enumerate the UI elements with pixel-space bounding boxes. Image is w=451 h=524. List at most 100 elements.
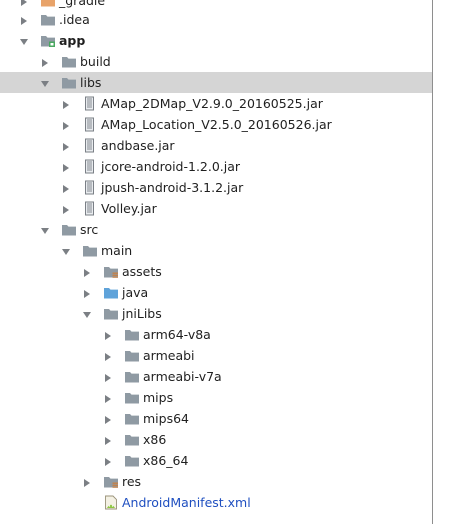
expand-arrow-icon[interactable] bbox=[103, 329, 113, 340]
collapse-arrow-icon[interactable] bbox=[82, 308, 92, 318]
tree-row-label: mips bbox=[143, 390, 174, 405]
collapse-arrow-icon[interactable] bbox=[40, 224, 50, 234]
folder-icon bbox=[124, 411, 140, 426]
expand-arrow-icon[interactable] bbox=[82, 476, 92, 487]
jar-archive-icon bbox=[82, 159, 98, 174]
tree-row-label: assets bbox=[122, 264, 162, 279]
tree-row-label: res bbox=[122, 474, 142, 489]
tree-row-label: x86_64 bbox=[143, 453, 189, 468]
tree-row-label: arm64-v8a bbox=[143, 327, 211, 342]
expand-arrow-icon[interactable] bbox=[19, 0, 29, 6]
tree-row[interactable]: armeabi-v7a bbox=[0, 366, 432, 387]
expand-arrow-icon[interactable] bbox=[61, 98, 71, 109]
tree-row[interactable]: armeabi bbox=[0, 345, 432, 366]
folder-icon bbox=[124, 390, 140, 405]
tree-row-label: src bbox=[80, 222, 99, 237]
folder-icon bbox=[124, 453, 140, 468]
expand-arrow-icon[interactable] bbox=[103, 413, 113, 424]
expand-arrow-icon[interactable] bbox=[103, 392, 113, 403]
tree-row[interactable]: AMap_Location_V2.5.0_20160526.jar bbox=[0, 114, 432, 135]
tree-row[interactable]: res bbox=[0, 471, 432, 492]
folder-icon bbox=[40, 12, 56, 27]
expand-arrow-icon[interactable] bbox=[61, 119, 71, 130]
folder-icon bbox=[61, 222, 77, 237]
tree-row-label: armeabi bbox=[143, 348, 195, 363]
tree-row[interactable]: app bbox=[0, 30, 432, 51]
source-folder-icon bbox=[103, 285, 119, 300]
tree-row-label: andbase.jar bbox=[101, 138, 175, 153]
tree-row[interactable]: build bbox=[0, 51, 432, 72]
resource-folder-icon bbox=[103, 264, 119, 279]
tree-row[interactable]: .idea bbox=[0, 9, 432, 30]
jar-archive-icon bbox=[82, 96, 98, 111]
expand-arrow-icon[interactable] bbox=[82, 287, 92, 298]
module-folder-icon bbox=[40, 33, 56, 48]
tree-row-label: libs bbox=[80, 75, 102, 90]
collapse-arrow-icon[interactable] bbox=[19, 35, 29, 45]
folder-icon bbox=[124, 432, 140, 447]
jar-archive-icon bbox=[82, 201, 98, 216]
tree-row[interactable]: jniLibs bbox=[0, 303, 432, 324]
tree-row-label: armeabi-v7a bbox=[143, 369, 222, 384]
tree-row-label: jniLibs bbox=[122, 306, 162, 321]
resource-folder-icon bbox=[103, 474, 119, 489]
tree-row-label: .idea bbox=[59, 12, 90, 27]
android-manifest-icon bbox=[103, 495, 119, 510]
scrollbar-gutter[interactable] bbox=[433, 0, 451, 524]
jar-archive-icon bbox=[82, 138, 98, 153]
tree-row-label: x86 bbox=[143, 432, 167, 447]
folder-icon bbox=[124, 327, 140, 342]
tree-row-label: build bbox=[80, 54, 111, 69]
tree-row[interactable]: x86 bbox=[0, 429, 432, 450]
tree-row-label: java bbox=[122, 285, 149, 300]
tree-row-label: AMap_2DMap_V2.9.0_20160525.jar bbox=[101, 96, 323, 111]
tree-row[interactable]: libs bbox=[0, 72, 432, 93]
expand-arrow-icon[interactable] bbox=[103, 350, 113, 361]
jar-archive-icon bbox=[82, 117, 98, 132]
tree-row-label: jpush-android-3.1.2.jar bbox=[101, 180, 244, 195]
folder-icon bbox=[61, 54, 77, 69]
folder-icon bbox=[124, 369, 140, 384]
tree-row[interactable]: jcore-android-1.2.0.jar bbox=[0, 156, 432, 177]
expand-arrow-icon[interactable] bbox=[61, 161, 71, 172]
tree-row[interactable]: AndroidManifest.xml bbox=[0, 492, 432, 513]
folder-icon bbox=[103, 306, 119, 321]
project-tree: _gradle .idea app build libs AMap_2DMap_V2.9.… bbox=[0, 0, 432, 524]
tree-row-label: app bbox=[59, 33, 86, 48]
folder-icon bbox=[124, 348, 140, 363]
expand-arrow-icon[interactable] bbox=[61, 140, 71, 151]
expand-arrow-icon[interactable] bbox=[82, 266, 92, 277]
tree-row[interactable]: java bbox=[0, 282, 432, 303]
folder-icon bbox=[82, 243, 98, 258]
tree-row-label: main bbox=[101, 243, 133, 258]
jar-archive-icon bbox=[82, 180, 98, 195]
tree-row-label: Volley.jar bbox=[101, 201, 157, 216]
collapse-arrow-icon[interactable] bbox=[61, 245, 71, 255]
tree-row[interactable]: assets bbox=[0, 261, 432, 282]
expand-arrow-icon[interactable] bbox=[103, 455, 113, 466]
tree-row[interactable]: src bbox=[0, 219, 432, 240]
tree-row-label: AndroidManifest.xml bbox=[122, 495, 251, 510]
expand-arrow-icon[interactable] bbox=[103, 371, 113, 382]
expand-arrow-icon[interactable] bbox=[61, 182, 71, 193]
tree-row[interactable]: andbase.jar bbox=[0, 135, 432, 156]
tree-row[interactable]: jpush-android-3.1.2.jar bbox=[0, 177, 432, 198]
expand-arrow-icon[interactable] bbox=[40, 56, 50, 67]
tree-row[interactable]: main bbox=[0, 240, 432, 261]
tree-row[interactable]: mips bbox=[0, 387, 432, 408]
expand-arrow-icon[interactable] bbox=[19, 14, 29, 25]
tree-row[interactable]: mips64 bbox=[0, 408, 432, 429]
tree-row-label: mips64 bbox=[143, 411, 190, 426]
collapse-arrow-icon[interactable] bbox=[40, 77, 50, 87]
tree-row-label: AMap_Location_V2.5.0_20160526.jar bbox=[101, 117, 332, 132]
tree-row-label: jcore-android-1.2.0.jar bbox=[101, 159, 241, 174]
tree-row-label: _gradle bbox=[59, 0, 106, 8]
excluded-folder-icon bbox=[40, 0, 56, 8]
folder-icon bbox=[61, 75, 77, 90]
tree-row[interactable]: x86_64 bbox=[0, 450, 432, 471]
tree-row[interactable]: arm64-v8a bbox=[0, 324, 432, 345]
tree-row[interactable]: Volley.jar bbox=[0, 198, 432, 219]
tree-row[interactable]: AMap_2DMap_V2.9.0_20160525.jar bbox=[0, 93, 432, 114]
expand-arrow-icon[interactable] bbox=[103, 434, 113, 445]
expand-arrow-icon[interactable] bbox=[61, 203, 71, 214]
